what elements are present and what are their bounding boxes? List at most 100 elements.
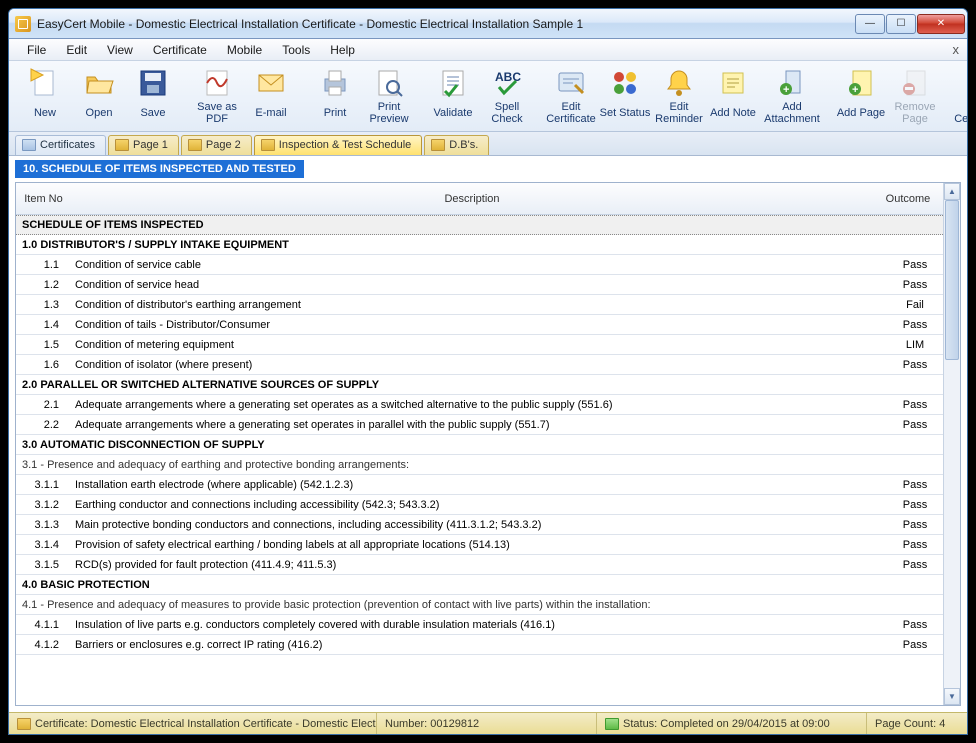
grid-header: Item No Description Outcome xyxy=(16,183,943,215)
vertical-scrollbar[interactable]: ▲ ▼ xyxy=(943,183,960,705)
folder-icon xyxy=(261,139,275,151)
open-button[interactable]: Open xyxy=(73,65,125,129)
table-row[interactable]: 4.1.1Insulation of live parts e.g. condu… xyxy=(16,615,943,635)
cell-item-no: 1.4 xyxy=(16,319,71,331)
menu-file[interactable]: File xyxy=(19,41,54,59)
cell-outcome[interactable]: Pass xyxy=(887,419,943,431)
table-row[interactable]: 3.1.3Main protective bonding conductors … xyxy=(16,515,943,535)
cell-item-no: 3.1.1 xyxy=(16,479,71,491)
status-icon xyxy=(605,718,619,730)
table-row[interactable]: 1.3Condition of distributor's earthing a… xyxy=(16,295,943,315)
minimize-button[interactable]: — xyxy=(855,14,885,34)
section-header: 10. SCHEDULE OF ITEMS INSPECTED AND TEST… xyxy=(15,160,961,178)
cell-outcome[interactable]: Pass xyxy=(887,479,943,491)
spellcheck-icon: ABC xyxy=(491,67,523,99)
print-preview-button[interactable]: Print Preview xyxy=(363,65,415,129)
remove-page-icon xyxy=(899,67,931,99)
spell-check-button[interactable]: ABCSpell Check xyxy=(481,65,533,129)
table-row[interactable]: 1.2Condition of service headPass xyxy=(16,275,943,295)
tab-inspection[interactable]: Inspection & Test Schedule xyxy=(254,135,423,155)
reminder-icon xyxy=(663,67,695,99)
open-icon xyxy=(83,67,115,99)
scroll-up-button[interactable]: ▲ xyxy=(944,183,960,200)
preview-icon xyxy=(373,67,405,99)
cell-outcome[interactable]: Pass xyxy=(887,319,943,331)
table-row[interactable]: 2.1Adequate arrangements where a generat… xyxy=(16,395,943,415)
cell-outcome[interactable]: Pass xyxy=(887,519,943,531)
add-attachment-button[interactable]: +Add Attachment xyxy=(761,65,823,129)
cell-outcome[interactable]: Fail xyxy=(887,299,943,311)
tab-dbs[interactable]: D.B's. xyxy=(424,135,489,155)
cell-description: Condition of service cable xyxy=(71,256,887,274)
section-title-row: SCHEDULE OF ITEMS INSPECTED xyxy=(16,215,943,235)
scroll-thumb[interactable] xyxy=(945,200,959,360)
document-tabstrip: Certificates Page 1 Page 2 Inspection & … xyxy=(9,132,967,156)
find-certificate-button[interactable]: Find Certificate xyxy=(953,65,968,129)
menu-view[interactable]: View xyxy=(99,41,141,59)
scroll-down-button[interactable]: ▼ xyxy=(944,688,960,705)
save-button[interactable]: Save xyxy=(127,65,179,129)
status-number: Number: 00129812 xyxy=(377,713,597,734)
tab-page2[interactable]: Page 2 xyxy=(181,135,252,155)
menu-edit[interactable]: Edit xyxy=(58,41,95,59)
menu-tools[interactable]: Tools xyxy=(274,41,318,59)
cell-item-no: 4.1.1 xyxy=(16,619,71,631)
cell-outcome[interactable]: Pass xyxy=(887,559,943,571)
col-item-no[interactable]: Item No xyxy=(16,193,71,205)
folder-icon xyxy=(115,139,129,151)
cell-outcome[interactable]: Pass xyxy=(887,639,943,651)
cell-description: Main protective bonding conductors and c… xyxy=(71,516,887,534)
mdi-close-icon[interactable]: x xyxy=(953,42,960,57)
cell-outcome[interactable]: Pass xyxy=(887,619,943,631)
status-certificate: Certificate: Domestic Electrical Install… xyxy=(9,713,377,734)
svg-text:ABC: ABC xyxy=(495,70,521,84)
table-row[interactable]: 3.1.5RCD(s) provided for fault protectio… xyxy=(16,555,943,575)
email-button[interactable]: E-mail xyxy=(245,65,297,129)
cell-outcome[interactable]: Pass xyxy=(887,499,943,511)
set-status-button[interactable]: Set Status xyxy=(599,65,651,129)
menu-certificate[interactable]: Certificate xyxy=(145,41,215,59)
print-button[interactable]: Print xyxy=(309,65,361,129)
add-note-button[interactable]: Add Note xyxy=(707,65,759,129)
tab-certificates[interactable]: Certificates xyxy=(15,135,106,155)
table-row[interactable]: 2.2Adequate arrangements where a generat… xyxy=(16,415,943,435)
close-button[interactable]: ✕ xyxy=(917,14,965,34)
table-row[interactable]: 1.5Condition of metering equipmentLIM xyxy=(16,335,943,355)
cell-description: Condition of distributor's earthing arra… xyxy=(71,296,887,314)
table-row[interactable]: 3.1.1Installation earth electrode (where… xyxy=(16,475,943,495)
menubar: File Edit View Certificate Mobile Tools … xyxy=(9,39,967,61)
add-page-button[interactable]: +Add Page xyxy=(835,65,887,129)
table-row[interactable]: 1.4Condition of tails - Distributor/Cons… xyxy=(16,315,943,335)
table-row[interactable]: 1.6Condition of isolator (where present)… xyxy=(16,355,943,375)
tab-page1[interactable]: Page 1 xyxy=(108,135,179,155)
save-as-pdf-button[interactable]: Save as PDF xyxy=(191,65,243,129)
table-row[interactable]: 3.1.4Provision of safety electrical eart… xyxy=(16,535,943,555)
cell-outcome[interactable]: Pass xyxy=(887,539,943,551)
table-row[interactable]: 1.1Condition of service cablePass xyxy=(16,255,943,275)
grid-body[interactable]: SCHEDULE OF ITEMS INSPECTED1.0 DISTRIBUT… xyxy=(16,215,943,705)
cell-outcome[interactable]: Pass xyxy=(887,359,943,371)
new-button[interactable]: New xyxy=(19,65,71,129)
cell-outcome[interactable]: Pass xyxy=(887,399,943,411)
cell-item-no: 1.2 xyxy=(16,279,71,291)
menu-mobile[interactable]: Mobile xyxy=(219,41,270,59)
table-row[interactable]: 3.1.2Earthing conductor and connections … xyxy=(16,495,943,515)
scroll-track[interactable] xyxy=(944,200,960,688)
note-icon xyxy=(717,67,749,99)
maximize-button[interactable]: ☐ xyxy=(886,14,916,34)
category-row: 1.0 DISTRIBUTOR'S / SUPPLY INTAKE EQUIPM… xyxy=(16,235,943,255)
cell-outcome[interactable]: Pass xyxy=(887,279,943,291)
cell-outcome[interactable]: LIM xyxy=(887,339,943,351)
col-outcome[interactable]: Outcome xyxy=(873,193,943,205)
cell-description: Adequate arrangements where a generating… xyxy=(71,396,887,414)
col-description[interactable]: Description xyxy=(71,193,873,205)
cell-outcome[interactable]: Pass xyxy=(887,259,943,271)
cell-description: Installation earth electrode (where appl… xyxy=(71,476,887,494)
menu-help[interactable]: Help xyxy=(322,41,363,59)
table-row[interactable]: 4.1.2Barriers or enclosures e.g. correct… xyxy=(16,635,943,655)
remove-page-button[interactable]: Remove Page xyxy=(889,65,941,129)
edit-certificate-button[interactable]: Edit Certificate xyxy=(545,65,597,129)
validate-button[interactable]: Validate xyxy=(427,65,479,129)
edit-reminder-button[interactable]: Edit Reminder xyxy=(653,65,705,129)
pdf-icon xyxy=(201,67,233,99)
